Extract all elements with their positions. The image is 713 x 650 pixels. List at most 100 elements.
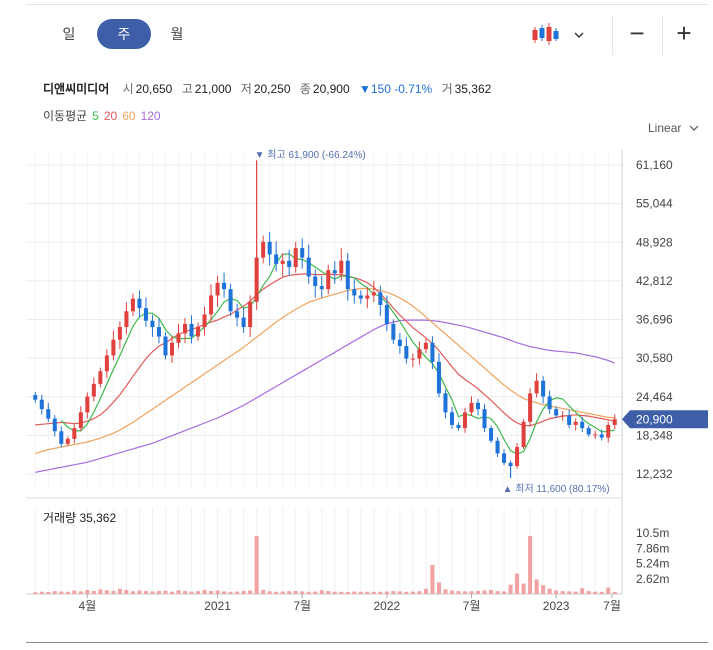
candle xyxy=(46,409,51,419)
volume-bar xyxy=(339,591,344,594)
candle xyxy=(65,438,70,444)
candle xyxy=(397,339,402,346)
volume-bar xyxy=(111,590,116,594)
y-tick-label: 61,160 xyxy=(636,158,673,172)
y-tick-label: 36,696 xyxy=(636,313,673,327)
x-tick-label: 2023 xyxy=(543,599,570,613)
candle xyxy=(436,361,441,394)
x-tick-label: 7월 xyxy=(293,599,311,613)
volume-bar xyxy=(202,589,207,594)
candle xyxy=(235,311,240,318)
volume-bar xyxy=(52,591,57,594)
candle xyxy=(606,424,611,438)
candle xyxy=(502,453,507,463)
y-tick-label: 55,044 xyxy=(636,197,673,211)
candle xyxy=(534,380,539,394)
volume-bar xyxy=(65,591,70,594)
volume-bar xyxy=(248,590,253,594)
volume-bar xyxy=(573,591,578,594)
volume-bar xyxy=(495,591,500,594)
volume-bar xyxy=(39,591,44,594)
candle xyxy=(560,415,565,417)
candle xyxy=(482,409,487,429)
x-tick-label: 2021 xyxy=(204,599,231,613)
candle xyxy=(554,409,559,416)
candle xyxy=(176,333,181,343)
volume-bar xyxy=(267,591,272,594)
candle xyxy=(313,276,318,287)
volume-bar xyxy=(397,591,402,594)
candle xyxy=(547,396,552,410)
volume-bar xyxy=(300,591,305,594)
candle xyxy=(137,298,142,309)
candle xyxy=(156,327,161,337)
candle xyxy=(352,289,357,296)
candle xyxy=(274,254,279,264)
candle xyxy=(59,431,64,444)
volume-bar xyxy=(98,589,103,594)
volume-bar xyxy=(169,591,175,594)
candle xyxy=(91,383,96,397)
volume-bar xyxy=(417,591,422,594)
candle xyxy=(462,412,468,429)
volume-bar xyxy=(182,591,188,594)
candle xyxy=(117,327,122,340)
volume-bar xyxy=(541,585,546,594)
volume-bar xyxy=(156,590,161,594)
candle xyxy=(423,342,428,350)
y-tick-label: 12,232 xyxy=(636,467,673,481)
volume-bar xyxy=(404,591,409,594)
volume-bar xyxy=(345,591,350,594)
candle xyxy=(111,339,116,356)
volume-bar xyxy=(430,564,435,594)
candle xyxy=(430,342,435,362)
candle xyxy=(280,260,285,264)
volume-bar xyxy=(365,591,370,594)
volume-bar xyxy=(326,591,331,594)
volume-bar xyxy=(521,583,526,594)
volume-bar xyxy=(235,591,240,594)
volume-bar xyxy=(176,590,181,594)
price-chart[interactable]: 61,160 55,044 48,928 42,812 36,696 30,580 24,4… xyxy=(0,0,713,650)
candle xyxy=(475,402,481,410)
candle xyxy=(567,415,572,425)
candle xyxy=(150,320,155,328)
candle xyxy=(222,282,227,290)
candle xyxy=(72,428,77,439)
volume-tick-label: 5.24m xyxy=(636,557,669,571)
candle xyxy=(573,421,578,425)
volume-bar xyxy=(130,591,135,594)
candle xyxy=(417,349,422,359)
candle xyxy=(104,355,109,372)
volume-bar xyxy=(599,591,604,594)
volume-bar xyxy=(85,589,90,594)
candle xyxy=(306,257,311,277)
volume-bar xyxy=(313,591,318,594)
candle xyxy=(508,462,513,466)
candle xyxy=(528,393,533,422)
candle xyxy=(495,440,500,454)
volume-bar xyxy=(449,590,454,594)
candle xyxy=(215,282,220,296)
volume-bar xyxy=(443,589,448,594)
volume-bar xyxy=(475,590,481,594)
volume-bar xyxy=(59,591,64,594)
volume-bar xyxy=(306,591,311,594)
volume-tick-label: 7.86m xyxy=(636,541,669,555)
candle xyxy=(326,270,331,290)
volume-bar xyxy=(482,590,487,594)
candle xyxy=(267,241,272,255)
x-tick-label: 7월 xyxy=(463,599,481,613)
candle xyxy=(443,393,448,413)
volume-tick-label: 10.5m xyxy=(636,526,669,540)
candle xyxy=(541,380,546,397)
volume-bar xyxy=(124,589,129,594)
volume-bar xyxy=(410,591,415,594)
divider xyxy=(26,642,708,643)
candle xyxy=(52,418,57,432)
candle xyxy=(261,241,266,258)
y-tick-label: 42,812 xyxy=(636,274,673,288)
volume-bar xyxy=(319,590,324,594)
volume-bar xyxy=(189,591,194,594)
volume-bar xyxy=(280,591,285,594)
